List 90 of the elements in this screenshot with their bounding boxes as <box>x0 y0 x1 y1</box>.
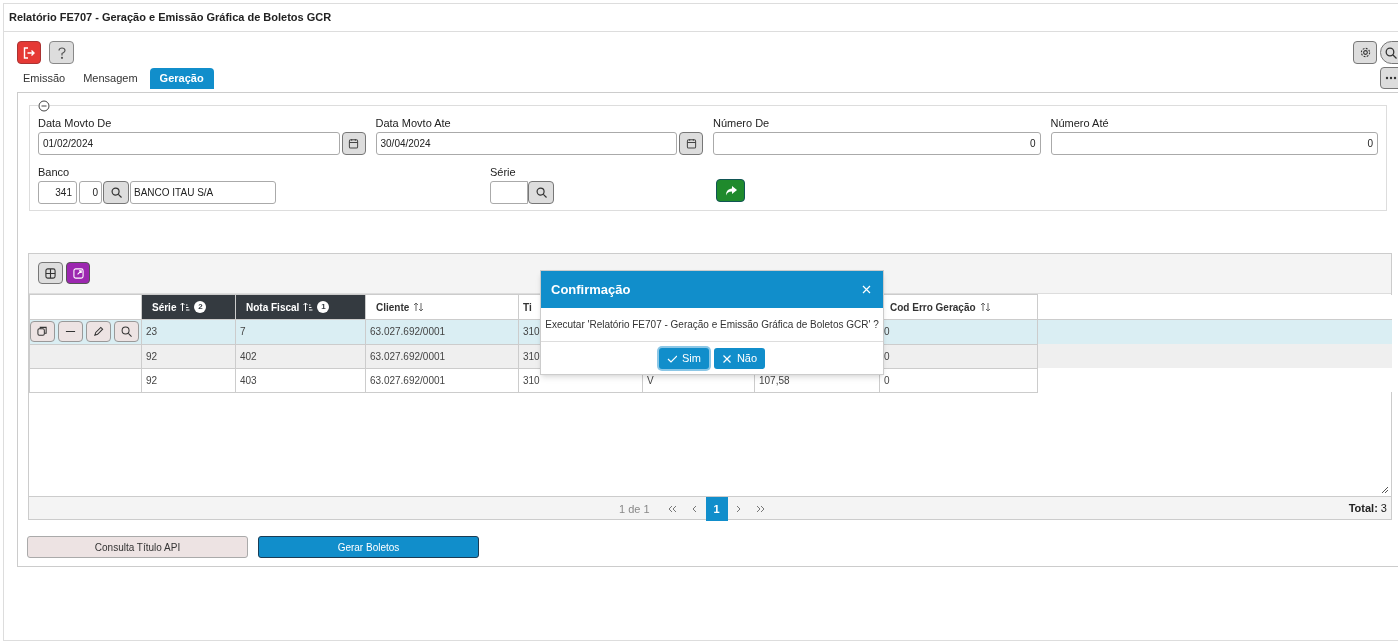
expand-icon <box>72 267 84 279</box>
input-field[interactable]: BANCO ITAU S/A <box>130 181 276 204</box>
table-cell: 402 <box>240 350 257 362</box>
table-cell: 63.027.692/0001 <box>370 326 446 338</box>
calendar-icon <box>348 138 359 149</box>
table-cell: 403 <box>240 374 257 386</box>
page-button[interactable]: 1 <box>705 497 728 521</box>
dialog-button[interactable]: Não <box>713 348 766 369</box>
table-cell: 107,58 <box>759 374 790 386</box>
question-mark-icon <box>57 46 66 59</box>
table-cell: 92 <box>146 350 158 362</box>
sort-icon <box>979 302 991 312</box>
sort-ascending-icon <box>303 302 314 312</box>
dialog-message: Executar 'Relatório FE707 - Geração e Emissão Gráfica de Boletos GCR' ? <box>541 308 883 342</box>
search-button[interactable] <box>528 181 554 204</box>
field-label: Data Movto De <box>38 116 113 130</box>
field-label: Número Até <box>1050 116 1110 130</box>
search-button[interactable] <box>103 181 129 204</box>
settings-icon <box>1359 47 1371 58</box>
resize-handle-icon[interactable] <box>1381 486 1388 493</box>
grid-view-button[interactable] <box>38 262 63 284</box>
tab[interactable]: Geração <box>149 68 214 89</box>
tab[interactable]: Mensagem <box>77 68 144 89</box>
column-header[interactable]: Cliente <box>365 294 519 320</box>
more-button[interactable] <box>1380 67 1398 89</box>
last-page-icon <box>756 505 766 513</box>
sort-ascending-icon <box>180 302 191 312</box>
dialog-button[interactable]: Sim <box>658 348 709 369</box>
input-field[interactable]: 341 <box>38 181 77 204</box>
exit-icon <box>23 46 35 59</box>
table-cell: 63.027.692/0001 <box>370 350 446 362</box>
help-button[interactable] <box>49 41 74 64</box>
forward-arrow-icon <box>724 185 737 196</box>
input-field[interactable]: 30/04/2024 <box>375 132 677 155</box>
copy-button[interactable] <box>30 321 55 343</box>
field-label: Número De <box>713 116 771 130</box>
pencil-icon <box>93 326 104 338</box>
column-header[interactable]: Série 2 <box>141 294 236 320</box>
table-cell: 310 <box>523 326 540 338</box>
close-icon <box>721 353 732 364</box>
search-icon <box>535 187 547 198</box>
table-cell: 310 <box>523 374 540 386</box>
input-field[interactable]: 01/02/2024 <box>38 132 340 155</box>
search-icon <box>1385 46 1397 59</box>
input-field[interactable]: 0 <box>713 132 1041 155</box>
table-cell: 63.027.692/0001 <box>370 374 446 386</box>
more-icon <box>1385 76 1397 80</box>
window-title: Relatório FE707 - Geração e Emissão Gráfica de Boletos GCR <box>9 10 332 26</box>
table-cell: 7 <box>240 326 246 338</box>
execute-button[interactable] <box>716 179 745 202</box>
grid-icon <box>45 267 56 279</box>
page-summary: 1 de 1 <box>619 501 650 517</box>
table-cell: 0 <box>884 350 890 362</box>
sort-icon <box>413 302 425 312</box>
calendar-button[interactable] <box>679 132 703 155</box>
tab[interactable]: Emissão <box>17 68 72 89</box>
table-cell: V <box>647 374 654 386</box>
table-cell: 0 <box>884 326 890 338</box>
collapse-icon[interactable] <box>38 100 50 112</box>
sort-order-badge: 2 <box>194 301 207 313</box>
input-field[interactable] <box>490 181 528 204</box>
calendar-button[interactable] <box>341 132 366 155</box>
input-field[interactable]: 0 <box>1050 132 1378 155</box>
close-icon <box>861 285 871 294</box>
field-label: Série <box>490 165 517 179</box>
total-count: Total: 3 <box>1348 501 1387 517</box>
table-cell: 92 <box>146 374 158 386</box>
edit-button[interactable] <box>86 321 111 343</box>
search-button[interactable] <box>1380 41 1398 64</box>
exit-button[interactable] <box>17 41 41 64</box>
copy-icon <box>37 326 48 338</box>
search-icon <box>110 187 122 198</box>
field-label: Data Movto Ate <box>375 116 452 130</box>
action-button[interactable]: Consulta Título API <box>27 536 248 558</box>
table-cell: 310 <box>523 350 540 362</box>
field-label: Banco <box>38 165 71 179</box>
table-cell: 0 <box>884 374 890 386</box>
table-cell: 23 <box>146 326 158 338</box>
sort-order-badge: 1 <box>317 301 330 313</box>
expand-button[interactable] <box>66 262 90 284</box>
first-page-icon <box>668 505 678 513</box>
input-field[interactable]: 0 <box>79 181 102 204</box>
search-icon <box>121 326 132 338</box>
calendar-icon <box>685 138 697 149</box>
settings-button[interactable] <box>1353 41 1377 64</box>
dialog-title: Confirmação <box>551 280 631 299</box>
check-icon <box>666 353 677 364</box>
action-button[interactable]: Gerar Boletos <box>258 536 479 558</box>
column-header[interactable]: Nota Fiscal 1 <box>235 294 366 320</box>
view-button[interactable] <box>114 321 139 343</box>
